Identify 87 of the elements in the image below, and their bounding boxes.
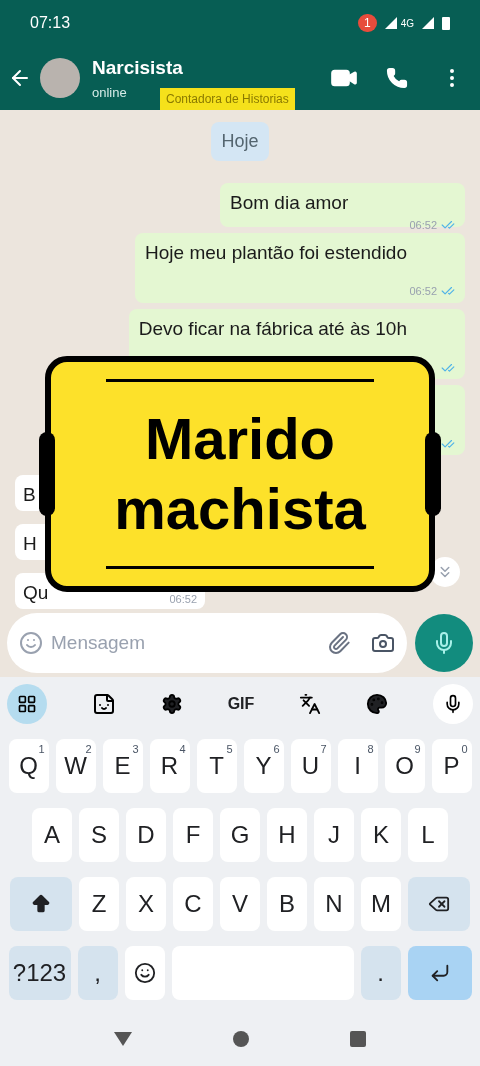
- key[interactable]: J: [314, 808, 354, 862]
- key[interactable]: L: [408, 808, 448, 862]
- key[interactable]: T 5: [196, 739, 237, 793]
- symbols-key[interactable]: ?123: [8, 946, 71, 1000]
- enter-key[interactable]: [407, 946, 472, 1000]
- emoji-key[interactable]: [124, 946, 165, 1000]
- message-time: 06:52: [409, 283, 437, 299]
- home-nav-icon[interactable]: [233, 1031, 249, 1047]
- key[interactable]: C: [173, 877, 213, 931]
- key[interactable]: H: [267, 808, 307, 862]
- shift-icon: [30, 893, 52, 915]
- key[interactable]: U 7: [290, 739, 331, 793]
- key-hint: 5: [226, 742, 233, 757]
- emoji-icon[interactable]: [19, 631, 43, 655]
- message-text: Devo ficar na fábrica até às 10h: [138, 317, 408, 341]
- key[interactable]: R 4: [149, 739, 190, 793]
- key[interactable]: ,: [77, 946, 118, 1000]
- key[interactable]: P 0: [431, 739, 472, 793]
- key[interactable]: Q 1: [8, 739, 49, 793]
- read-ticks-icon: [441, 361, 455, 375]
- key-hint: 6: [273, 742, 280, 757]
- message-time: 06:52: [169, 593, 197, 605]
- key[interactable]: V: [220, 877, 260, 931]
- palette-icon[interactable]: [366, 693, 389, 715]
- key-hint: 9: [414, 742, 421, 757]
- key-hint: 2: [85, 742, 92, 757]
- settings-icon[interactable]: [160, 693, 183, 715]
- key-hint: 7: [320, 742, 327, 757]
- voice-input-button[interactable]: [432, 684, 473, 724]
- key[interactable]: Y 6: [243, 739, 284, 793]
- message-time: 06:52: [409, 218, 437, 233]
- read-ticks-icon: [441, 437, 455, 451]
- key[interactable]: N: [314, 877, 354, 931]
- gif-button[interactable]: GIF: [227, 692, 255, 716]
- contact-avatar[interactable]: [40, 58, 80, 98]
- camera-icon[interactable]: [371, 631, 395, 655]
- signal-icon: [422, 17, 434, 29]
- message-text: H: [23, 532, 37, 556]
- channel-tag: Contadora de Historias: [160, 88, 295, 110]
- key-hint: 3: [132, 742, 139, 757]
- signal-icon: [384, 17, 397, 29]
- message-text: Qu: [23, 581, 49, 605]
- notification-badge: 1: [357, 14, 377, 32]
- sticker-title: Marido: [144, 406, 336, 472]
- key[interactable]: B: [267, 877, 307, 931]
- key[interactable]: D: [126, 808, 166, 862]
- date-chip: Hoje: [211, 122, 269, 161]
- back-nav-icon[interactable]: [114, 1032, 133, 1046]
- network-type: 4G: [400, 16, 414, 31]
- shift-key[interactable]: [10, 877, 72, 931]
- key[interactable]: Z: [79, 877, 119, 931]
- key[interactable]: E 3: [102, 739, 143, 793]
- recents-nav-icon[interactable]: [349, 1031, 366, 1047]
- message-input[interactable]: Mensagem: [51, 628, 319, 658]
- grid-icon: [17, 694, 37, 714]
- key[interactable]: I 8: [337, 739, 378, 793]
- emoji-icon: [133, 962, 156, 984]
- apps-button[interactable]: [7, 684, 47, 724]
- key-hint: 4: [179, 742, 186, 757]
- key[interactable]: O 9: [384, 739, 425, 793]
- mic-button[interactable]: [415, 614, 473, 672]
- key-hint: 0: [461, 742, 468, 757]
- message-text: Bom dia amor: [230, 191, 350, 215]
- key[interactable]: .: [360, 946, 401, 1000]
- message-text: B: [23, 483, 36, 507]
- key[interactable]: F: [173, 808, 213, 862]
- key[interactable]: A: [32, 808, 72, 862]
- contact-name[interactable]: Narcisista: [92, 54, 183, 83]
- phone-icon[interactable]: [386, 67, 408, 89]
- key[interactable]: W 2: [55, 739, 96, 793]
- key[interactable]: G: [220, 808, 260, 862]
- battery-icon: [442, 16, 450, 30]
- key-hint: 8: [367, 742, 374, 757]
- sticker-title: machista: [114, 476, 366, 542]
- key-hint: 1: [38, 742, 45, 757]
- message-text: Hoje meu plantão foi estendido: [145, 241, 408, 265]
- key[interactable]: K: [361, 808, 401, 862]
- key[interactable]: M: [361, 877, 401, 931]
- key[interactable]: S: [79, 808, 119, 862]
- status-time: 07:13: [30, 13, 71, 33]
- message-field[interactable]: Mensagem: [7, 613, 407, 673]
- contact-status: online: [92, 83, 127, 102]
- attach-icon[interactable]: [327, 631, 351, 655]
- sticker-icon[interactable]: [91, 692, 116, 716]
- key[interactable]: X: [126, 877, 166, 931]
- translate-icon[interactable]: [299, 693, 322, 715]
- backspace-key[interactable]: [408, 877, 470, 931]
